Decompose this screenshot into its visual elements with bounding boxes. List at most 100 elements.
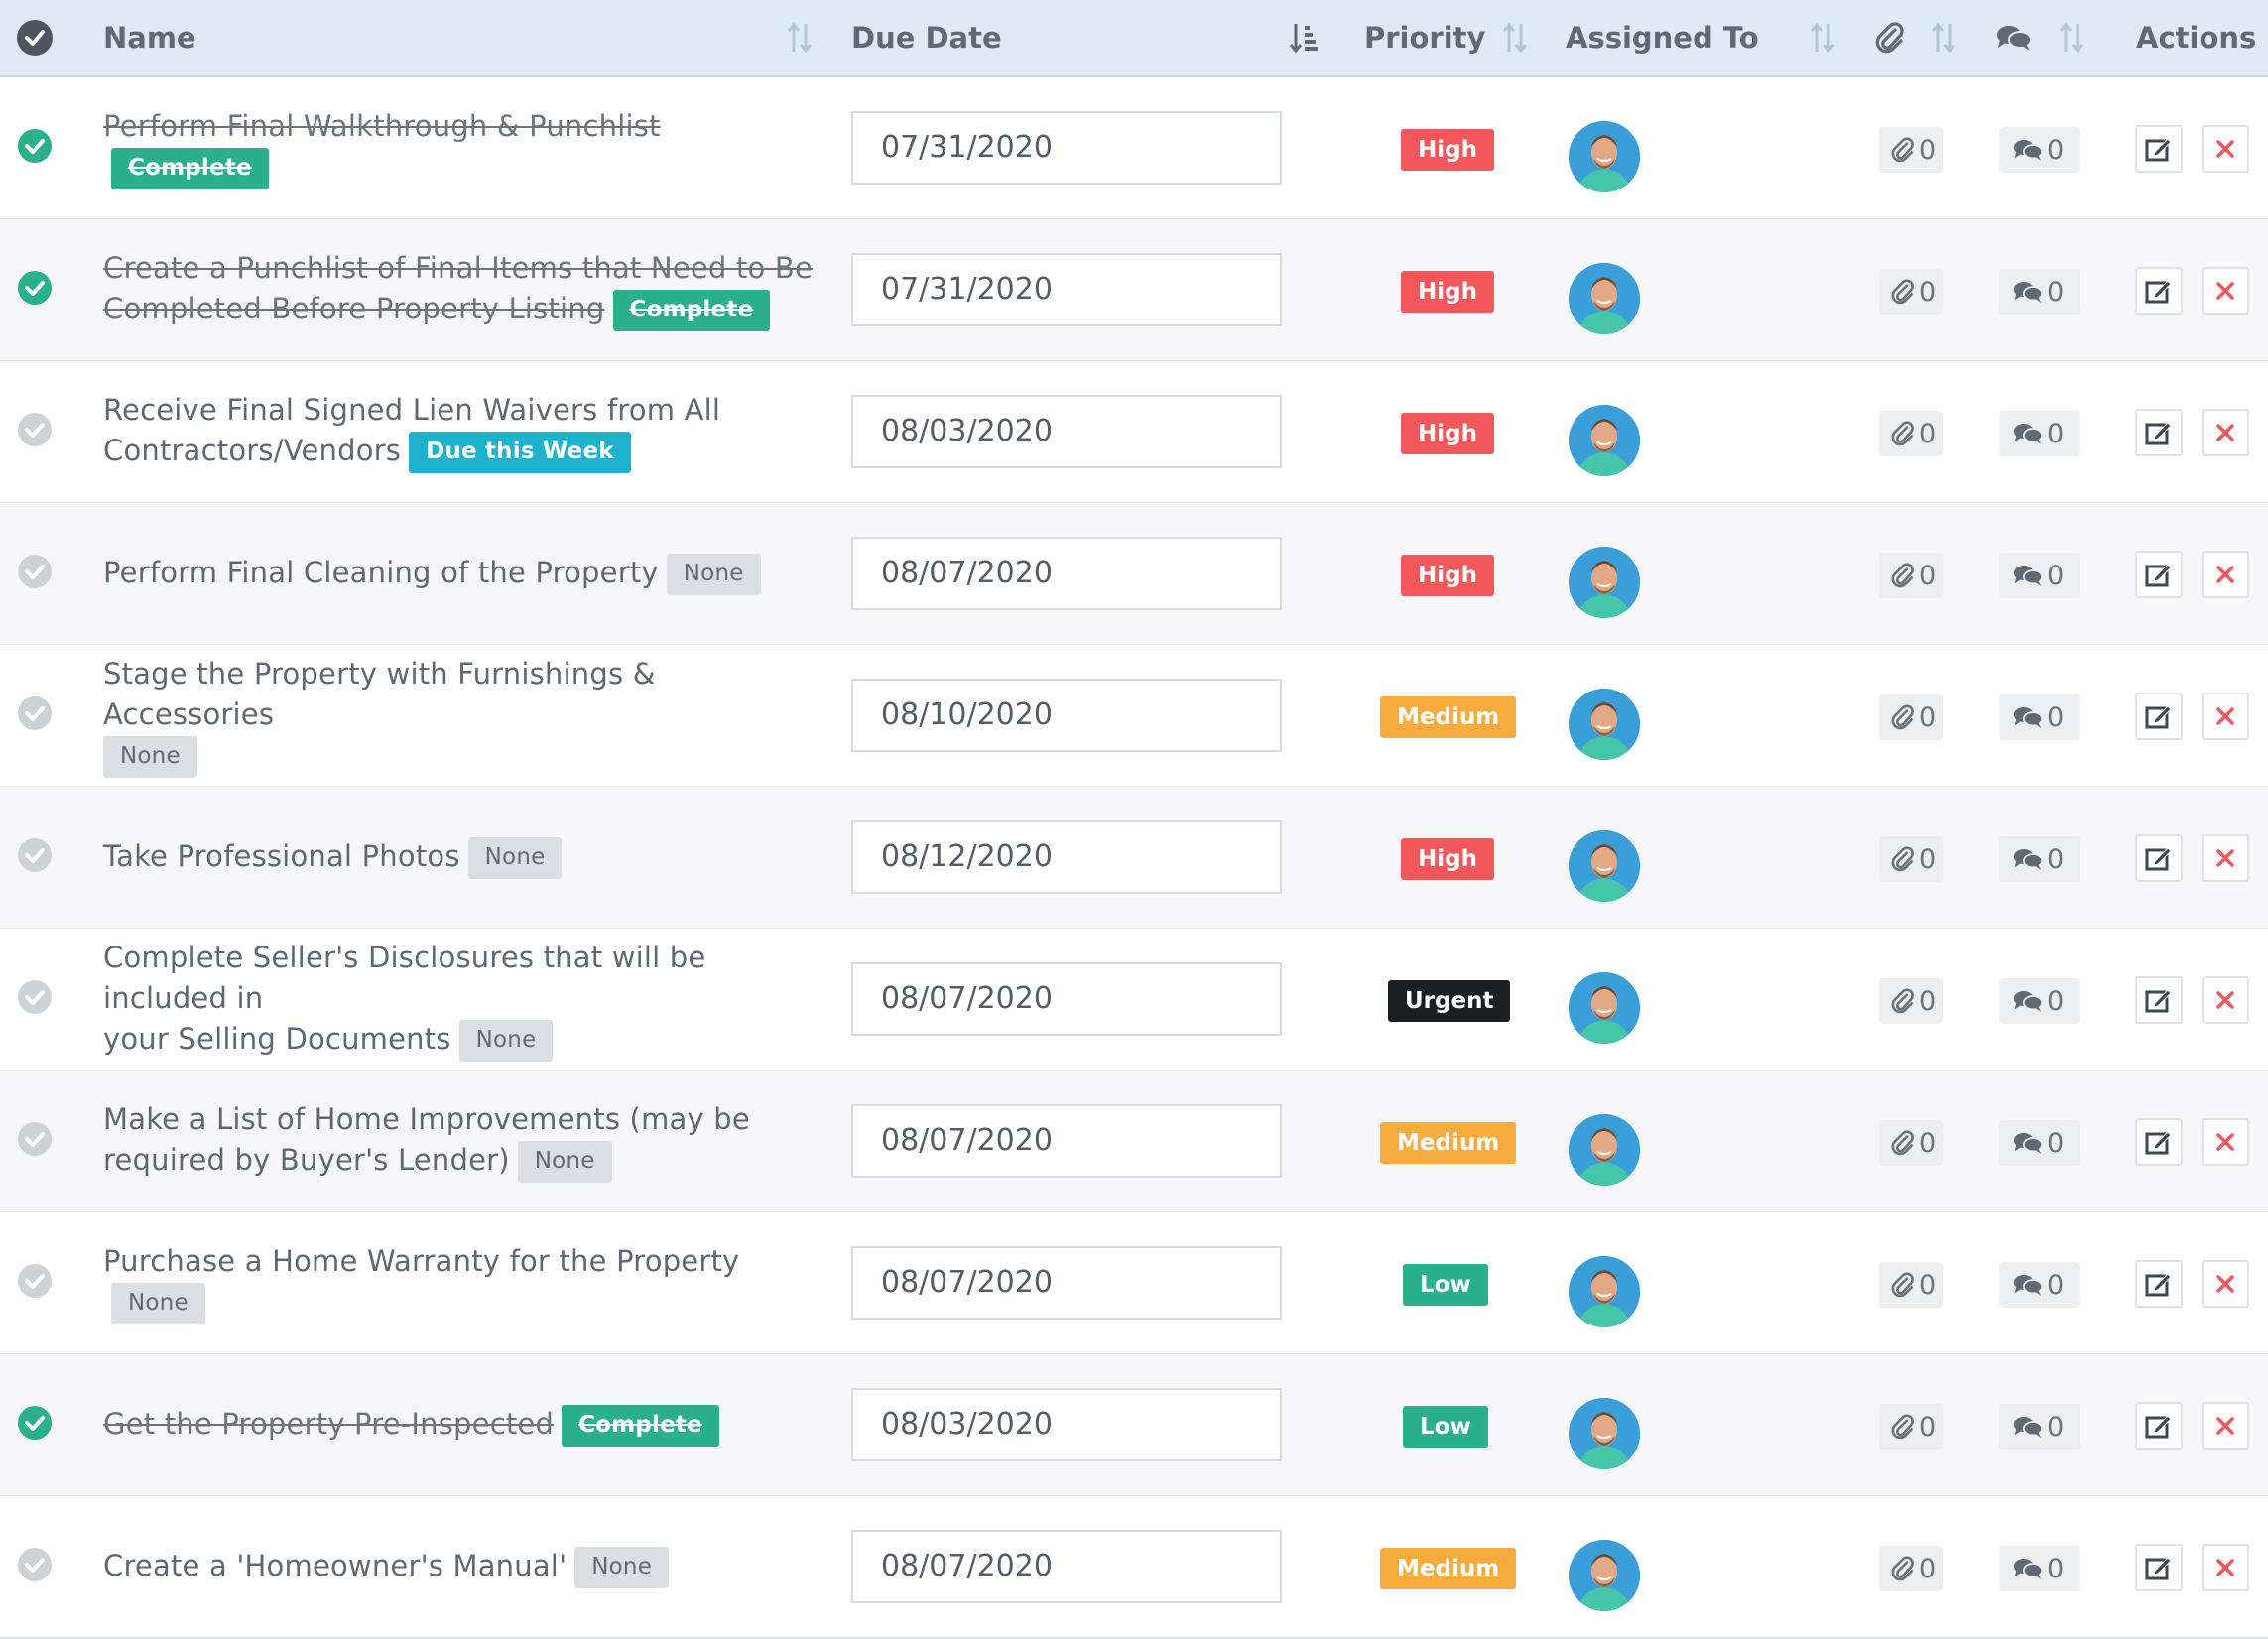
priority-badge[interactable]: Low (1403, 1406, 1488, 1448)
comments-button[interactable]: 0 (1999, 836, 2080, 882)
complete-check-icon[interactable] (18, 1406, 52, 1440)
due-date-input[interactable]: 08/07/2020 (851, 1246, 1282, 1320)
priority-badge[interactable]: Medium (1380, 1122, 1517, 1164)
task-name[interactable]: Purchase a Home Warranty for the Propert… (103, 1241, 818, 1324)
comments-button[interactable]: 0 (1999, 269, 2080, 315)
sort-icon[interactable] (1501, 20, 1529, 56)
task-name[interactable]: Create a 'Homeowner's Manual' None (103, 1546, 670, 1588)
sort-icon[interactable] (1930, 20, 1957, 56)
delete-button[interactable] (2202, 1544, 2249, 1591)
sort-icon[interactable] (1809, 20, 1836, 56)
edit-button[interactable] (2135, 125, 2183, 173)
comments-button[interactable]: 0 (1999, 553, 2080, 598)
task-name[interactable]: Get the Property Pre-Inspected Complete (103, 1404, 719, 1447)
complete-check-icon[interactable] (18, 413, 52, 446)
priority-badge[interactable]: Urgent (1388, 980, 1511, 1022)
delete-button[interactable] (2202, 1402, 2249, 1450)
delete-button[interactable] (2202, 267, 2249, 315)
due-date-input[interactable]: 07/31/2020 (851, 253, 1282, 326)
avatar[interactable] (1569, 972, 1640, 1044)
priority-badge[interactable]: Medium (1380, 696, 1517, 738)
avatar[interactable] (1569, 1114, 1640, 1186)
avatar[interactable] (1569, 263, 1640, 334)
sort-ascending-icon[interactable] (1290, 20, 1318, 56)
comments-button[interactable]: 0 (1999, 411, 2080, 456)
comments-button[interactable]: 0 (1999, 1404, 2080, 1450)
delete-button[interactable] (2202, 834, 2249, 882)
complete-check-icon[interactable] (18, 1122, 52, 1156)
avatar[interactable] (1569, 1540, 1640, 1611)
priority-badge[interactable]: High (1401, 838, 1494, 880)
due-date-input[interactable]: 08/10/2020 (851, 679, 1282, 752)
column-header-priority[interactable]: Priority (1364, 0, 1485, 75)
complete-check-icon[interactable] (18, 555, 52, 588)
delete-button[interactable] (2202, 1118, 2249, 1166)
attachments-button[interactable]: 0 (1879, 1262, 1943, 1308)
attachments-button[interactable]: 0 (1879, 1120, 1943, 1166)
avatar[interactable] (1569, 547, 1640, 618)
sort-icon[interactable] (2058, 20, 2085, 56)
edit-button[interactable] (2135, 551, 2183, 598)
edit-button[interactable] (2135, 976, 2183, 1024)
attachments-button[interactable]: 0 (1879, 1404, 1943, 1450)
priority-badge[interactable]: High (1401, 555, 1494, 596)
edit-button[interactable] (2135, 1260, 2183, 1308)
priority-badge[interactable]: High (1401, 271, 1494, 313)
task-name[interactable]: Stage the Property with Furnishings & Ac… (103, 654, 818, 778)
avatar[interactable] (1569, 405, 1640, 476)
avatar[interactable] (1569, 121, 1640, 192)
priority-badge[interactable]: High (1401, 413, 1494, 454)
comments-button[interactable]: 0 (1999, 1120, 2080, 1166)
comments-button[interactable]: 0 (1999, 1262, 2080, 1308)
delete-button[interactable] (2202, 551, 2249, 598)
task-name[interactable]: Create a Punchlist of Final Items that N… (103, 248, 813, 331)
complete-check-icon[interactable] (18, 980, 52, 1014)
attachments-button[interactable]: 0 (1879, 1546, 1943, 1591)
edit-button[interactable] (2135, 834, 2183, 882)
comments-button[interactable]: 0 (1999, 1546, 2080, 1591)
priority-badge[interactable]: Low (1403, 1264, 1488, 1306)
task-name[interactable]: Make a List of Home Improvements (may be… (103, 1099, 750, 1183)
edit-button[interactable] (2135, 1118, 2183, 1166)
column-header-due-date[interactable]: Due Date (851, 0, 1002, 75)
delete-button[interactable] (2202, 976, 2249, 1024)
due-date-input[interactable]: 08/03/2020 (851, 1388, 1282, 1461)
column-header-name[interactable]: Name (103, 0, 196, 75)
avatar[interactable] (1569, 1256, 1640, 1327)
attachments-button[interactable]: 0 (1879, 127, 1943, 173)
comments-button[interactable]: 0 (1999, 694, 2080, 740)
due-date-input[interactable]: 08/03/2020 (851, 395, 1282, 468)
task-name[interactable]: Perform Final Cleaning of the Property No… (103, 553, 761, 595)
delete-button[interactable] (2202, 693, 2249, 740)
edit-button[interactable] (2135, 267, 2183, 315)
attachments-button[interactable]: 0 (1879, 694, 1943, 740)
complete-check-icon[interactable] (18, 838, 52, 872)
attachments-button[interactable]: 0 (1879, 269, 1943, 315)
task-name[interactable]: Take Professional Photos None (103, 836, 563, 879)
due-date-input[interactable]: 08/07/2020 (851, 962, 1282, 1036)
priority-badge[interactable]: High (1401, 129, 1494, 171)
due-date-input[interactable]: 08/07/2020 (851, 1530, 1282, 1603)
delete-button[interactable] (2202, 125, 2249, 173)
complete-check-icon[interactable] (18, 271, 52, 305)
comments-button[interactable]: 0 (1999, 127, 2080, 173)
complete-check-icon[interactable] (18, 129, 52, 163)
task-name[interactable]: Complete Seller's Disclosures that will … (103, 938, 818, 1062)
complete-check-icon[interactable] (18, 696, 52, 730)
task-name[interactable]: Perform Final Walkthrough & Punchlist Com… (103, 106, 818, 189)
due-date-input[interactable]: 08/12/2020 (851, 820, 1282, 894)
delete-button[interactable] (2202, 1260, 2249, 1308)
due-date-input[interactable]: 07/31/2020 (851, 111, 1282, 185)
due-date-input[interactable]: 08/07/2020 (851, 537, 1282, 610)
avatar[interactable] (1569, 830, 1640, 902)
delete-button[interactable] (2202, 409, 2249, 456)
edit-button[interactable] (2135, 1544, 2183, 1591)
avatar[interactable] (1569, 1398, 1640, 1469)
attachments-button[interactable]: 0 (1879, 411, 1943, 456)
select-all-check-icon[interactable] (17, 20, 53, 56)
comments-button[interactable]: 0 (1999, 978, 2080, 1024)
task-name[interactable]: Receive Final Signed Lien Waivers from A… (103, 390, 720, 473)
due-date-input[interactable]: 08/07/2020 (851, 1104, 1282, 1178)
priority-badge[interactable]: Medium (1380, 1548, 1517, 1589)
avatar[interactable] (1569, 689, 1640, 760)
